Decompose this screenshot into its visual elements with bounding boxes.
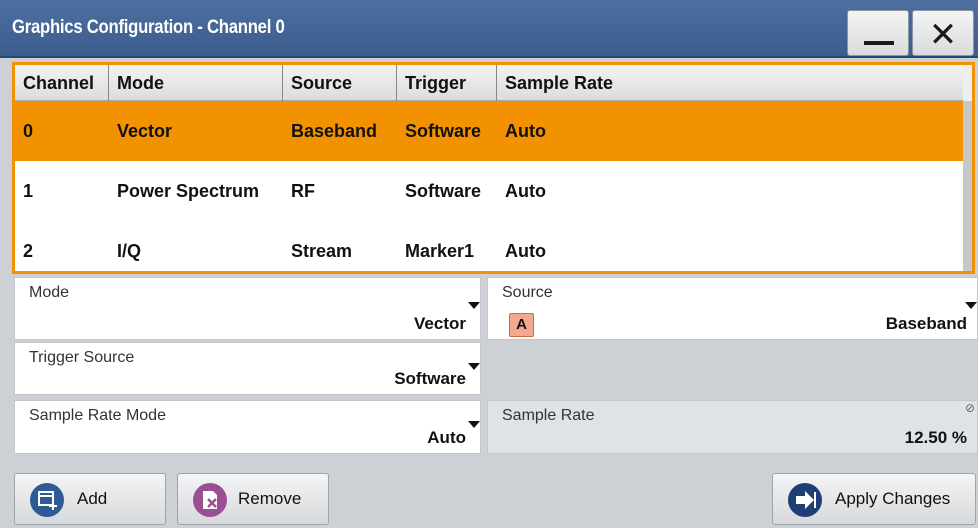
chevron-down-icon [468,421,480,428]
add-window-icon [30,483,64,517]
cell-sample-rate: Auto [505,181,546,201]
sample-rate-mode-value: Auto [427,428,466,447]
window-title: Graphics Configuration - Channel 0 [12,17,285,38]
minimize-icon [864,41,894,45]
chevron-down-icon [468,363,480,370]
column-header-sample-rate[interactable]: Sample Rate [497,65,966,101]
source-dropdown[interactable]: Source A Baseband [487,277,978,340]
trigger-source-label: Trigger Source [29,349,135,366]
chevron-down-icon [965,302,977,309]
remove-button-label: Remove [238,489,302,508]
minimize-button[interactable] [847,10,909,56]
graphics-configuration-dialog: Graphics Configuration - Channel 0 ✕ Cha… [0,0,978,528]
sample-rate-label: Sample Rate [502,407,595,424]
table-scrollbar[interactable] [963,65,972,271]
channel-table: Channel Mode Source Trigger Sample Rate … [12,62,975,274]
cell-mode: Power Spectrum [117,181,260,201]
close-icon: ✕ [928,16,958,54]
cell-mode: I/Q [117,241,142,261]
sample-rate-field: Sample Rate ⊘ 12.50 % [487,400,978,454]
column-header-mode[interactable]: Mode [109,65,283,101]
cell-source: RF [291,181,315,201]
cell-trigger: Software [405,181,482,201]
cell-mode: Vector [117,121,173,141]
mode-dropdown[interactable]: Mode Vector [14,277,481,340]
scrollbar-thumb[interactable] [963,101,972,271]
edit-icon: ⊘ [964,401,975,415]
apply-changes-button[interactable]: Apply Changes [772,473,976,525]
source-label: Source [502,284,553,301]
sample-rate-mode-label: Sample Rate Mode [29,407,166,424]
trigger-source-dropdown[interactable]: Trigger Source Software [14,342,481,395]
add-button[interactable]: Add [14,473,166,525]
cell-sample-rate: Auto [505,241,546,261]
cell-channel: 0 [23,121,34,141]
add-button-label: Add [77,489,108,508]
cell-source: Stream [291,241,353,261]
table-row[interactable]: 0 Vector Baseband Software Auto [15,101,966,161]
cell-channel: 2 [23,241,34,261]
mode-value: Vector [414,314,466,333]
source-value: Baseband [885,314,967,333]
table-header: Channel Mode Source Trigger Sample Rate [15,65,966,101]
source-badge-icon: A [509,313,534,337]
column-header-source[interactable]: Source [283,65,397,101]
mode-label: Mode [29,284,70,301]
sample-rate-mode-dropdown[interactable]: Sample Rate Mode Auto [14,400,481,454]
close-button[interactable]: ✕ [912,10,974,56]
title-bar: Graphics Configuration - Channel 0 ✕ [0,0,978,58]
apply-changes-label: Apply Changes [835,489,951,508]
column-header-trigger[interactable]: Trigger [397,65,497,101]
trigger-source-value: Software [394,369,466,388]
arrow-right-icon [788,483,822,517]
table-row[interactable]: 1 Power Spectrum RF Software Auto [15,161,966,221]
remove-button[interactable]: Remove [177,473,329,525]
remove-icon [193,483,227,517]
table-row[interactable]: 2 I/Q Stream Marker1 Auto [15,221,966,281]
sample-rate-value: 12.50 % [904,428,967,447]
cell-source: Baseband [291,121,378,141]
column-header-channel[interactable]: Channel [15,65,109,101]
cell-sample-rate: Auto [505,121,546,141]
table-body: 0 Vector Baseband Software Auto 1 Power … [15,101,966,281]
chevron-down-icon [468,302,480,309]
cell-channel: 1 [23,181,34,201]
cell-trigger: Software [405,121,482,141]
cell-trigger: Marker1 [405,241,475,261]
